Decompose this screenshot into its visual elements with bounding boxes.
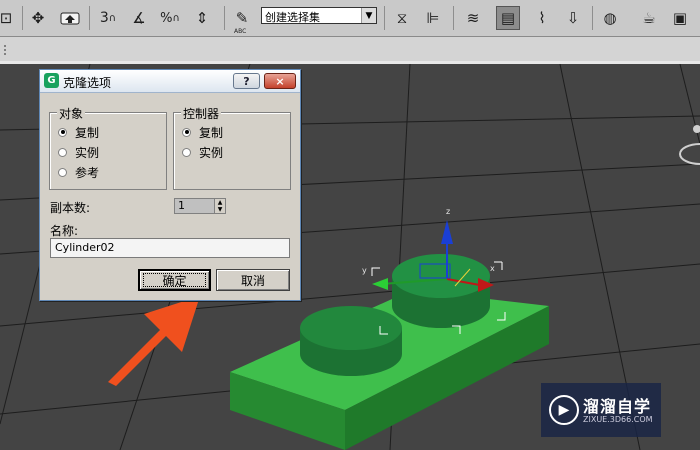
- ribbon-strip: [0, 37, 700, 61]
- toolbar-separator: [22, 6, 23, 30]
- cancel-button[interactable]: 取消: [216, 269, 290, 291]
- radio-icon[interactable]: [58, 167, 67, 177]
- radio-selected-icon[interactable]: [182, 127, 191, 137]
- select-and-link-icon[interactable]: [58, 6, 82, 30]
- radio-controller-instance[interactable]: 实例: [182, 144, 223, 160]
- toolbar-separator: [592, 6, 593, 30]
- toolbar-separator: [89, 6, 90, 30]
- chevron-down-icon[interactable]: ▼: [361, 8, 376, 23]
- radio-selected-icon[interactable]: [58, 127, 67, 137]
- radio-label: 复制: [75, 125, 100, 140]
- render-icon[interactable]: ▣: [668, 6, 692, 30]
- radio-controller-copy[interactable]: 复制: [182, 124, 223, 140]
- align-icon[interactable]: ⊫: [421, 6, 445, 30]
- toolbar-separator: [453, 6, 454, 30]
- edit-named-sets-icon[interactable]: ✎: [230, 6, 254, 30]
- undo-icon[interactable]: ⊡: [0, 6, 18, 30]
- cancel-button-label: 取消: [240, 273, 265, 288]
- watermark-logo: ▶ 溜溜自学 ZIXUE.3D66.COM: [541, 383, 661, 437]
- radio-icon[interactable]: [182, 147, 191, 157]
- radio-object-instance[interactable]: 实例: [58, 144, 99, 160]
- radio-label: 复制: [199, 125, 224, 140]
- radio-label: 实例: [199, 145, 224, 160]
- radio-icon[interactable]: [58, 147, 67, 157]
- curve-editor-icon[interactable]: ⌇: [530, 6, 554, 30]
- copies-label: 副本数:: [50, 201, 91, 215]
- clone-options-dialog: G 克隆选项 ? × 对象 复制 实例 参考 控制器 复制 实例 副本数: 1 …: [39, 69, 301, 301]
- radio-label: 实例: [75, 145, 100, 160]
- watermark-name: 溜溜自学: [583, 397, 652, 416]
- scene-explorer-icon[interactable]: ▤: [496, 6, 520, 30]
- named-selection-value: 创建选择集: [265, 11, 320, 24]
- render-setup-icon[interactable]: ☕: [637, 6, 661, 30]
- angle-snap-icon[interactable]: ∡: [127, 6, 151, 30]
- link-icon: [60, 12, 80, 25]
- spinner-arrows-icon[interactable]: ▲ ▼: [214, 198, 226, 214]
- gizmo-x-label: x: [490, 264, 495, 273]
- named-selection-dropdown[interactable]: 创建选择集 ▼: [261, 7, 377, 24]
- abc-label-icon: ABC: [234, 28, 247, 35]
- mirror-icon[interactable]: ⧖: [390, 6, 414, 30]
- cylinder-selected[interactable]: [392, 254, 490, 328]
- close-button[interactable]: ×: [264, 73, 296, 89]
- drag-handle-icon[interactable]: [2, 43, 8, 55]
- schematic-view-icon[interactable]: ⇩: [561, 6, 585, 30]
- app-logo-icon: G: [44, 73, 59, 88]
- controller-group: 控制器 复制 实例: [173, 105, 291, 190]
- controller-group-label: 控制器: [181, 105, 222, 122]
- layer-manager-icon[interactable]: ≋: [461, 6, 485, 30]
- radio-object-copy[interactable]: 复制: [58, 124, 99, 140]
- spinner-snap-icon[interactable]: ⇕: [190, 6, 214, 30]
- gizmo-z-label: z: [446, 207, 450, 216]
- viewcube-icon[interactable]: [679, 125, 700, 165]
- dialog-title: 克隆选项: [63, 76, 112, 90]
- toolbar-separator: [384, 6, 385, 30]
- copies-value: 1: [178, 199, 185, 212]
- name-input[interactable]: Cylinder02: [50, 238, 290, 258]
- orange-pointer-arrow-icon: [108, 296, 200, 386]
- cylinder-front[interactable]: [300, 306, 402, 376]
- material-editor-icon[interactable]: ◍: [598, 6, 622, 30]
- object-group-label: 对象: [57, 105, 86, 122]
- watermark-url: ZIXUE.3D66.COM: [583, 415, 653, 424]
- help-button[interactable]: ?: [233, 73, 260, 89]
- name-label: 名称:: [50, 224, 79, 238]
- dialog-titlebar[interactable]: G 克隆选项 ? ×: [40, 70, 300, 93]
- radio-label: 参考: [75, 165, 100, 180]
- toolbar-separator: [224, 6, 225, 30]
- gizmo-y-label: y: [362, 266, 367, 275]
- percent-snap-icon[interactable]: % ∩: [158, 6, 182, 30]
- ok-button[interactable]: 确定: [138, 269, 211, 291]
- main-toolbar: ⊡ ✥ 3 ∩ ∡ % ∩ ⇕ ✎ ABC 创建选择集 ▼ ⧖ ⊫ ≋ ▤ ⌇ ⇩ …: [0, 0, 700, 37]
- object-group: 对象 复制 实例 参考: [49, 105, 167, 190]
- play-icon: ▶: [549, 395, 579, 425]
- focus-ring: [143, 273, 206, 287]
- snap-3d-icon[interactable]: 3 ∩: [96, 6, 120, 30]
- radio-object-reference[interactable]: 参考: [58, 164, 99, 180]
- select-move-icon[interactable]: ✥: [26, 6, 50, 30]
